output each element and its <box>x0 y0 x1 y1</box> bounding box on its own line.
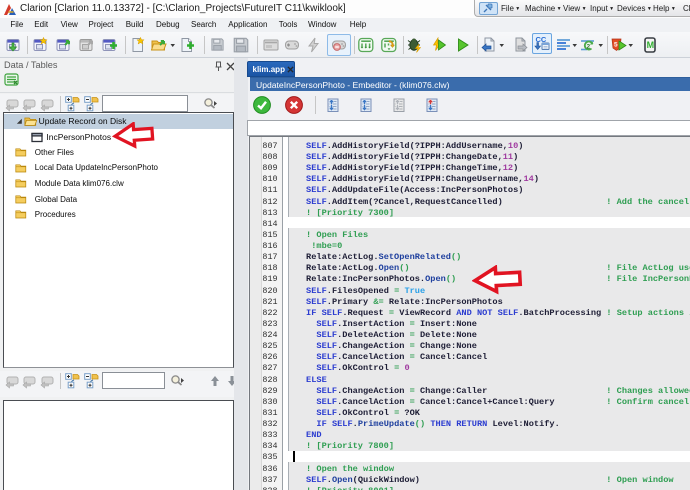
svg-text:5: 5 <box>614 42 618 49</box>
svg-text:M: M <box>647 40 655 50</box>
svg-text:2: 2 <box>587 44 591 51</box>
